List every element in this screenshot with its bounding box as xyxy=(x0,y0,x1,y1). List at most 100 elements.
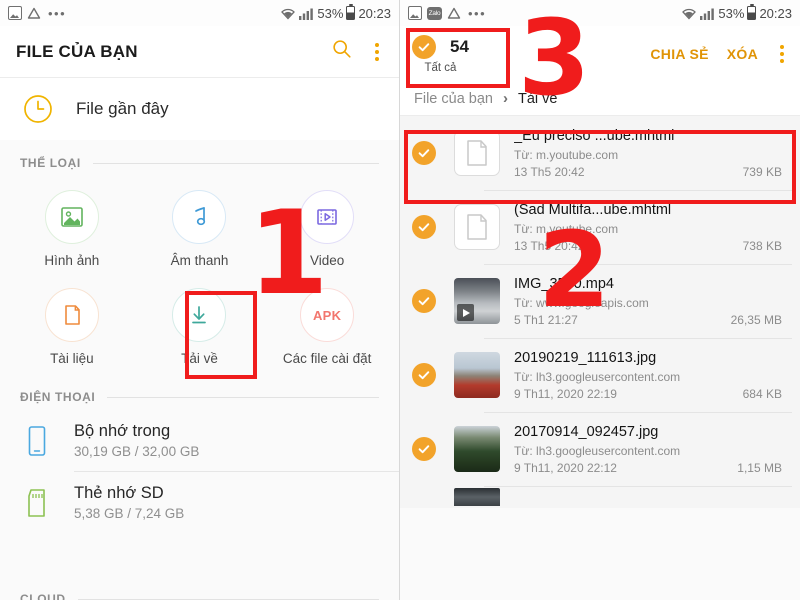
kebab-menu-icon[interactable] xyxy=(371,41,383,63)
category-label: Âm thanh xyxy=(170,253,229,268)
file-name: (Sad Multifa...ube.mhtml xyxy=(514,201,672,218)
category-images[interactable]: Hình ảnh xyxy=(8,184,136,272)
phone-icon xyxy=(22,424,52,458)
search-icon[interactable] xyxy=(331,38,353,65)
overflow-dots-icon: ••• xyxy=(468,5,487,21)
share-button[interactable]: CHIA SẺ xyxy=(650,46,708,62)
categories-section-header: THỂ LOẠI xyxy=(0,156,399,170)
photo-thumbnail xyxy=(454,352,500,398)
file-checkbox-icon[interactable] xyxy=(412,437,436,461)
file-size: 1,15 MB xyxy=(737,460,782,475)
drive-icon xyxy=(447,7,461,20)
download-icon xyxy=(172,288,227,342)
delete-button[interactable]: XÓA xyxy=(727,46,758,62)
wifi-icon xyxy=(681,7,697,20)
file-source: Từ: m.youtube.com xyxy=(514,147,619,162)
page-title: FILE CỦA BẠN xyxy=(16,41,138,61)
file-name: _Eu preciso ...ube.mhtml xyxy=(514,127,675,144)
breadcrumb: File của bạn › Tải về xyxy=(400,82,800,116)
file-size: 684 KB xyxy=(742,386,782,401)
category-documents[interactable]: Tài liệu xyxy=(8,282,136,370)
recent-files-row[interactable]: File gần đây xyxy=(0,78,399,140)
category-apk[interactable]: APK Các file cài đặt xyxy=(263,282,391,370)
storage-item-internal[interactable]: Bộ nhớ trong 30,19 GB / 32,00 GB xyxy=(0,410,399,471)
select-all-control[interactable]: 54 Tất cả xyxy=(412,34,469,74)
signal-icon xyxy=(299,7,314,20)
file-details: 20190219_111613.jpg Từ: lh3.googleuserco… xyxy=(514,350,788,401)
status-bar-notification-icons: ••• xyxy=(8,6,66,21)
section-divider xyxy=(77,598,379,600)
app-bar-actions xyxy=(331,38,383,65)
status-bar-system-icons: 53% 20:23 xyxy=(681,3,792,21)
battery-icon xyxy=(747,3,757,20)
tutorial-screenshot: ••• 53% 20:23 FILE CỦA BẠN File gần đây … xyxy=(0,0,800,600)
clock-icon xyxy=(22,93,54,125)
breadcrumb-root[interactable]: File của bạn xyxy=(414,91,493,107)
file-checkbox-icon[interactable] xyxy=(412,363,436,387)
photo-icon xyxy=(8,6,22,20)
status-bar-notification-icons: Zalo ••• xyxy=(408,6,486,21)
file-date: 9 Th11, 2020 22:19 xyxy=(514,386,617,401)
drive-icon xyxy=(27,7,41,20)
selected-count: 54 xyxy=(450,36,469,56)
select-all-checkbox-icon[interactable] xyxy=(412,34,436,59)
sd-card-icon xyxy=(22,486,52,520)
video-icon xyxy=(300,190,355,244)
file-meta-row: 9 Th11, 2020 22:19 684 KB xyxy=(514,387,788,401)
categories-section-title: THỂ LOẠI xyxy=(20,156,81,170)
video-thumbnail xyxy=(454,278,500,324)
category-label: Tải về xyxy=(181,351,218,366)
signal-icon xyxy=(700,7,715,20)
storage-name: Bộ nhớ trong xyxy=(74,422,171,440)
battery-icon xyxy=(346,3,356,20)
file-size: 739 KB xyxy=(742,164,782,179)
file-size: 26,35 MB xyxy=(730,312,782,327)
storage-item-sd[interactable]: Thẻ nhớ SD 5,38 GB / 7,24 GB xyxy=(0,472,399,533)
file-details: (Sad Multifa...ube.mhtml Từ: m.youtube.c… xyxy=(514,202,788,253)
file-details: IMG_3530.mp4 Từ: www.googleapis.com 5 Th… xyxy=(514,276,788,327)
category-label: Video xyxy=(310,253,345,268)
file-list-item[interactable]: 20190219_111613.jpg Từ: lh3.googleuserco… xyxy=(400,338,800,412)
file-checkbox-icon[interactable] xyxy=(412,141,436,165)
file-checkbox-icon[interactable] xyxy=(412,289,436,313)
left-app-bar: FILE CỦA BẠN xyxy=(0,26,399,78)
category-label: Các file cài đặt xyxy=(282,351,372,366)
select-all-label: Tất cả xyxy=(424,61,457,74)
file-date: 5 Th1 21:27 xyxy=(514,312,578,327)
play-icon xyxy=(457,304,474,321)
battery-percent-label: 53% xyxy=(317,5,344,21)
status-bar-right: Zalo ••• 53% 20:23 xyxy=(400,0,800,26)
file-date: 13 Th5 20:42 xyxy=(514,164,585,179)
document-thumbnail-icon xyxy=(454,130,500,176)
category-label: Hình ảnh xyxy=(44,253,100,268)
file-date: 9 Th11, 2020 22:12 xyxy=(514,460,617,475)
photo-icon xyxy=(408,6,422,20)
category-downloads[interactable]: Tải về xyxy=(136,282,264,370)
category-audio[interactable]: Âm thanh xyxy=(136,184,264,272)
left-phone-panel: ••• 53% 20:23 FILE CỦA BẠN File gần đây … xyxy=(0,0,400,600)
file-date: 13 Th5 20:42 xyxy=(514,238,585,253)
storage-text-block: Thẻ nhớ SD 5,38 GB / 7,24 GB xyxy=(74,484,184,521)
file-list-item-partial[interactable] xyxy=(400,486,800,508)
file-name: 20190219_111613.jpg xyxy=(514,349,657,366)
file-list-item[interactable]: _Eu preciso ...ube.mhtml Từ: m.youtube.c… xyxy=(400,116,800,190)
file-list-item[interactable]: 20170914_092457.jpg Từ: lh3.googleuserco… xyxy=(400,412,800,486)
zalo-icon: Zalo xyxy=(427,6,442,20)
music-note-icon xyxy=(172,190,227,244)
file-meta-row: 9 Th11, 2020 22:12 1,15 MB xyxy=(514,461,788,475)
kebab-menu-icon[interactable] xyxy=(776,43,788,65)
file-list-item[interactable]: (Sad Multifa...ube.mhtml Từ: m.youtube.c… xyxy=(400,190,800,264)
category-label: Tài liệu xyxy=(50,351,94,366)
document-thumbnail-icon xyxy=(454,204,500,250)
status-bar-system-icons: 53% 20:23 xyxy=(280,3,391,21)
right-phone-panel: Zalo ••• 53% 20:23 54 Tất cả CHIA SẺ XÓA… xyxy=(400,0,800,600)
clock-label: 20:23 xyxy=(358,5,391,21)
file-source: Từ: www.googleapis.com xyxy=(514,295,649,310)
file-meta-row: 13 Th5 20:42 738 KB xyxy=(514,239,788,253)
photo-thumbnail xyxy=(454,488,500,506)
file-checkbox-icon[interactable] xyxy=(412,215,436,239)
category-video[interactable]: Video xyxy=(263,184,391,272)
clock-label: 20:23 xyxy=(759,5,792,21)
storage-text-block: Bộ nhớ trong 30,19 GB / 32,00 GB xyxy=(74,422,199,459)
file-list-item[interactable]: IMG_3530.mp4 Từ: www.googleapis.com 5 Th… xyxy=(400,264,800,338)
